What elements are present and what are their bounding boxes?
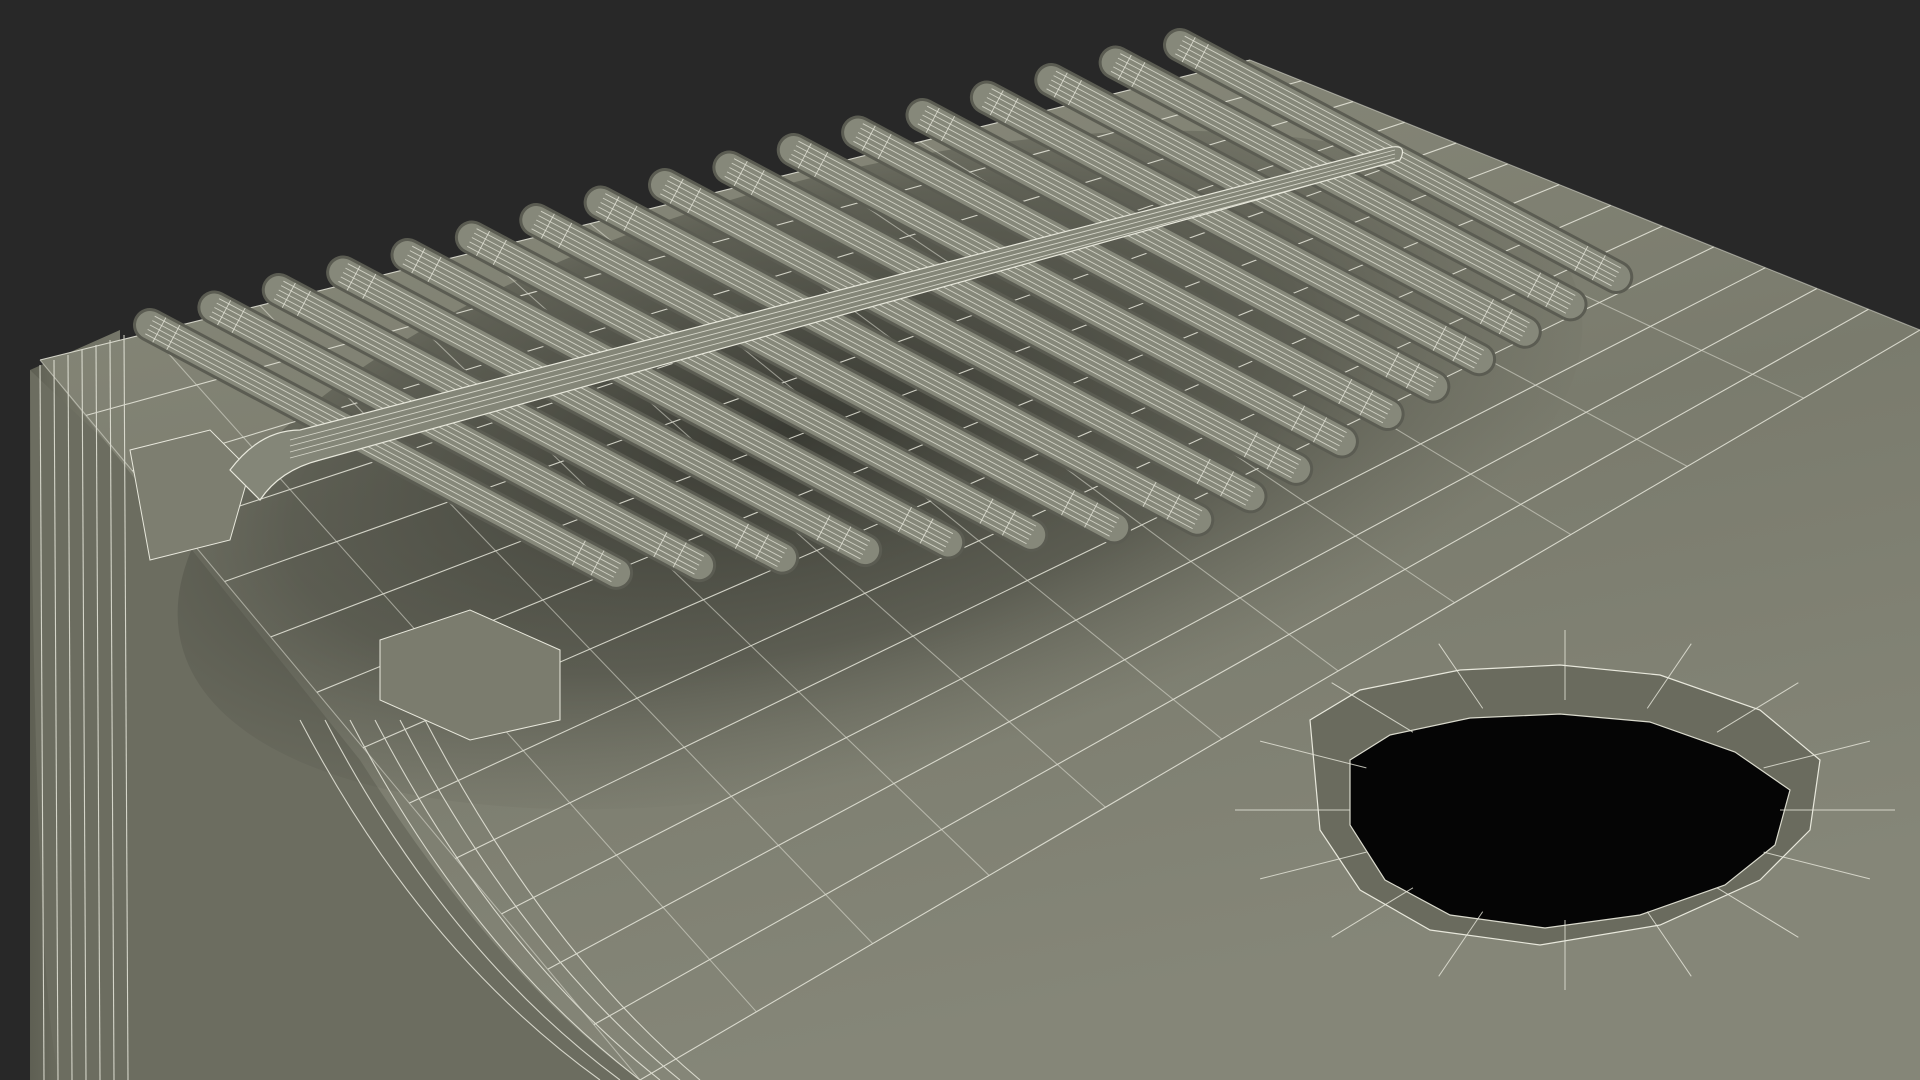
kalimba-render	[30, 28, 1920, 1080]
sound-hole	[1235, 630, 1895, 990]
